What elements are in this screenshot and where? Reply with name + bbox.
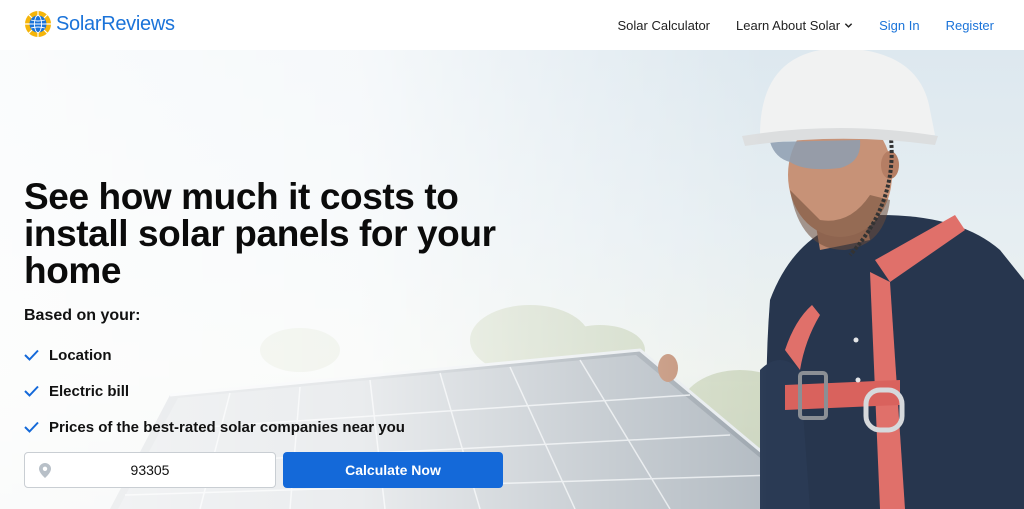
checkmark-icon [24,349,39,361]
main-nav: Solar Calculator Learn About Solar Sign … [592,0,994,50]
hero-section: See how much it costs to install solar p… [0,50,1024,509]
sun-globe-icon [24,10,52,38]
benefit-checklist: Location Electric bill Prices of the bes… [24,337,405,445]
location-pin-icon [39,463,51,478]
hero-headline: See how much it costs to install solar p… [24,176,496,291]
checklist-label: Location [49,346,112,364]
list-item: Location [24,337,405,373]
checklist-label: Electric bill [49,382,130,400]
calculate-now-button[interactable]: Calculate Now [283,452,503,488]
checkmark-icon [24,385,39,397]
list-item: Electric bill [24,373,405,409]
brand-name: SolarReviews [56,12,175,35]
checkmark-icon [24,421,39,433]
based-on-label: Based on your: [24,307,141,324]
checklist-label: Prices of the best-rated solar companies… [49,418,405,436]
list-item: Prices of the best-rated solar companies… [24,409,405,445]
site-header: SolarReviews Solar Calculator Learn Abou… [0,0,1024,50]
zip-code-field[interactable] [24,452,276,488]
chevron-down-icon [844,22,853,28]
zip-code-input[interactable] [25,453,275,487]
nav-register[interactable]: Register [946,18,994,33]
nav-learn-label: Learn About Solar [736,17,841,33]
nav-sign-in[interactable]: Sign In [879,18,919,33]
logo[interactable]: SolarReviews [24,10,175,38]
nav-learn-about-solar[interactable]: Learn About Solar [736,18,853,33]
nav-solar-calculator[interactable]: Solar Calculator [618,18,711,33]
